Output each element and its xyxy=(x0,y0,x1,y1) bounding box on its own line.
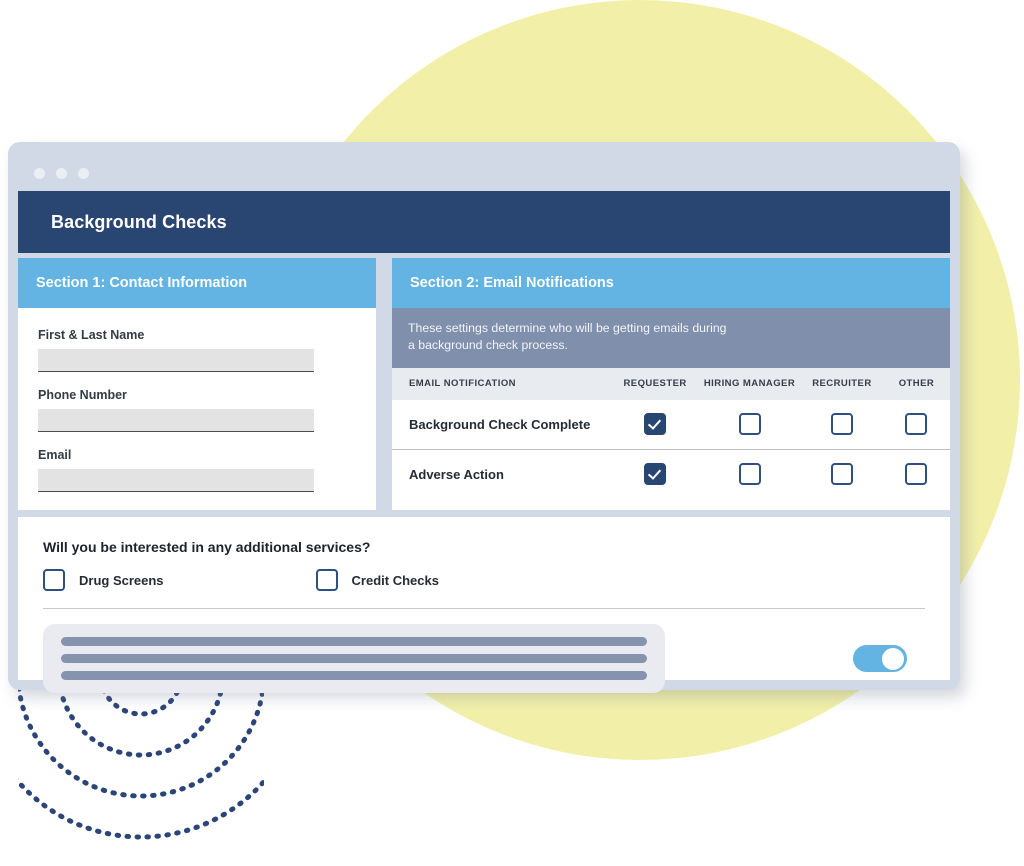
settings-toggle-switch[interactable] xyxy=(853,645,907,672)
skeleton-bar xyxy=(61,637,647,646)
section-2-title: Section 2: Email Notifications xyxy=(410,275,614,291)
column-header-other: OTHER xyxy=(882,367,950,400)
skeleton-bar xyxy=(61,654,647,663)
checkbox-background-check-complete-hiring-manager[interactable] xyxy=(738,413,761,436)
additional-services-panel: Will you be interested in any additional… xyxy=(18,517,950,693)
cell-other xyxy=(882,448,950,499)
field-label-first-last-name: First & Last Name xyxy=(38,328,145,342)
page-title: Background Checks xyxy=(51,211,227,232)
column-header-recruiter: RECRUITER xyxy=(800,367,883,400)
label-drug-screens: Drug Screens xyxy=(79,572,164,588)
section-2-description-line-1: These settings determine who will be get… xyxy=(408,321,727,335)
toggle-knob xyxy=(882,647,904,670)
checkbox-drug-screens[interactable] xyxy=(43,569,65,591)
section-2-header: Section 2: Email Notifications xyxy=(392,258,950,308)
phone-number-input[interactable] xyxy=(38,409,314,432)
cell-hiring-manager xyxy=(698,448,801,499)
field-email: Email xyxy=(38,448,351,492)
table-header: EMAIL NOTIFICATION REQUESTER HIRING MANA… xyxy=(392,367,950,400)
window-chrome-dots xyxy=(34,168,89,179)
additional-services-options: Drug Screens Credit Checks xyxy=(43,569,950,591)
section-1-header: Section 1: Contact Information xyxy=(18,258,376,308)
row-label-background-check-complete: Background Check Complete xyxy=(392,399,613,450)
cell-requester xyxy=(612,399,699,450)
window-maximize-dot-icon[interactable] xyxy=(78,168,89,179)
checkbox-adverse-action-recruiter[interactable] xyxy=(830,463,853,486)
column-header-requester: REQUESTER xyxy=(612,367,699,400)
app-window: Background Checks Section 1: Contact Inf… xyxy=(8,142,960,693)
table-header-row: EMAIL NOTIFICATION REQUESTER HIRING MANA… xyxy=(392,367,950,400)
first-last-name-input[interactable] xyxy=(38,349,314,372)
stage: Background Checks Section 1: Contact Inf… xyxy=(0,0,1024,866)
contact-form: First & Last Name Phone Number Email xyxy=(18,308,376,508)
field-label-email: Email xyxy=(38,448,72,462)
column-header-hiring-manager: HIRING MANAGER xyxy=(698,367,801,400)
table-row: Background Check Complete xyxy=(392,399,950,450)
section-1-contact-information: Section 1: Contact Information First & L… xyxy=(18,258,376,510)
label-credit-checks: Credit Checks xyxy=(351,572,439,588)
window-minimize-dot-icon[interactable] xyxy=(56,168,67,179)
row-label-adverse-action: Adverse Action xyxy=(392,448,613,499)
column-header-email-notification: EMAIL NOTIFICATION xyxy=(392,367,613,400)
field-phone-number: Phone Number xyxy=(38,388,351,432)
placeholder-content-row xyxy=(43,624,925,693)
section-divider xyxy=(43,608,925,609)
table-body: Background Check Complete Adverse Action xyxy=(392,399,950,499)
cell-recruiter xyxy=(800,448,883,499)
checkbox-adverse-action-other[interactable] xyxy=(905,463,928,486)
cell-recruiter xyxy=(800,399,883,450)
cell-requester xyxy=(612,448,699,499)
checkbox-background-check-complete-other[interactable] xyxy=(905,413,928,436)
section-2-description: These settings determine who will be get… xyxy=(392,308,950,368)
table-row: Adverse Action xyxy=(392,448,950,499)
checkbox-background-check-complete-recruiter[interactable] xyxy=(830,413,853,436)
email-notifications-table: EMAIL NOTIFICATION REQUESTER HIRING MANA… xyxy=(392,367,950,499)
panels-row: Section 1: Contact Information First & L… xyxy=(18,258,950,510)
checkbox-adverse-action-hiring-manager[interactable] xyxy=(738,463,761,486)
field-label-phone-number: Phone Number xyxy=(38,388,127,402)
window-close-dot-icon[interactable] xyxy=(34,168,45,179)
email-input[interactable] xyxy=(38,469,314,492)
skeleton-bar xyxy=(61,671,647,680)
concentric-dotted-rings-decoration xyxy=(18,668,264,840)
section-2-description-line-2: a background check process. xyxy=(408,338,568,353)
option-drug-screens[interactable]: Drug Screens xyxy=(43,569,164,591)
cell-hiring-manager xyxy=(698,399,801,450)
checkbox-adverse-action-requester[interactable] xyxy=(644,463,667,486)
section-2-email-notifications: Section 2: Email Notifications These set… xyxy=(392,258,950,510)
app-title-bar: Background Checks xyxy=(18,191,950,253)
additional-services-question: Will you be interested in any additional… xyxy=(43,539,371,555)
field-first-last-name: First & Last Name xyxy=(38,328,351,372)
checkbox-background-check-complete-requester[interactable] xyxy=(644,413,667,436)
cell-other xyxy=(882,399,950,450)
skeleton-text-block xyxy=(43,624,665,693)
option-credit-checks[interactable]: Credit Checks xyxy=(315,569,439,591)
checkbox-credit-checks[interactable] xyxy=(315,569,338,591)
section-1-title: Section 1: Contact Information xyxy=(36,275,248,291)
